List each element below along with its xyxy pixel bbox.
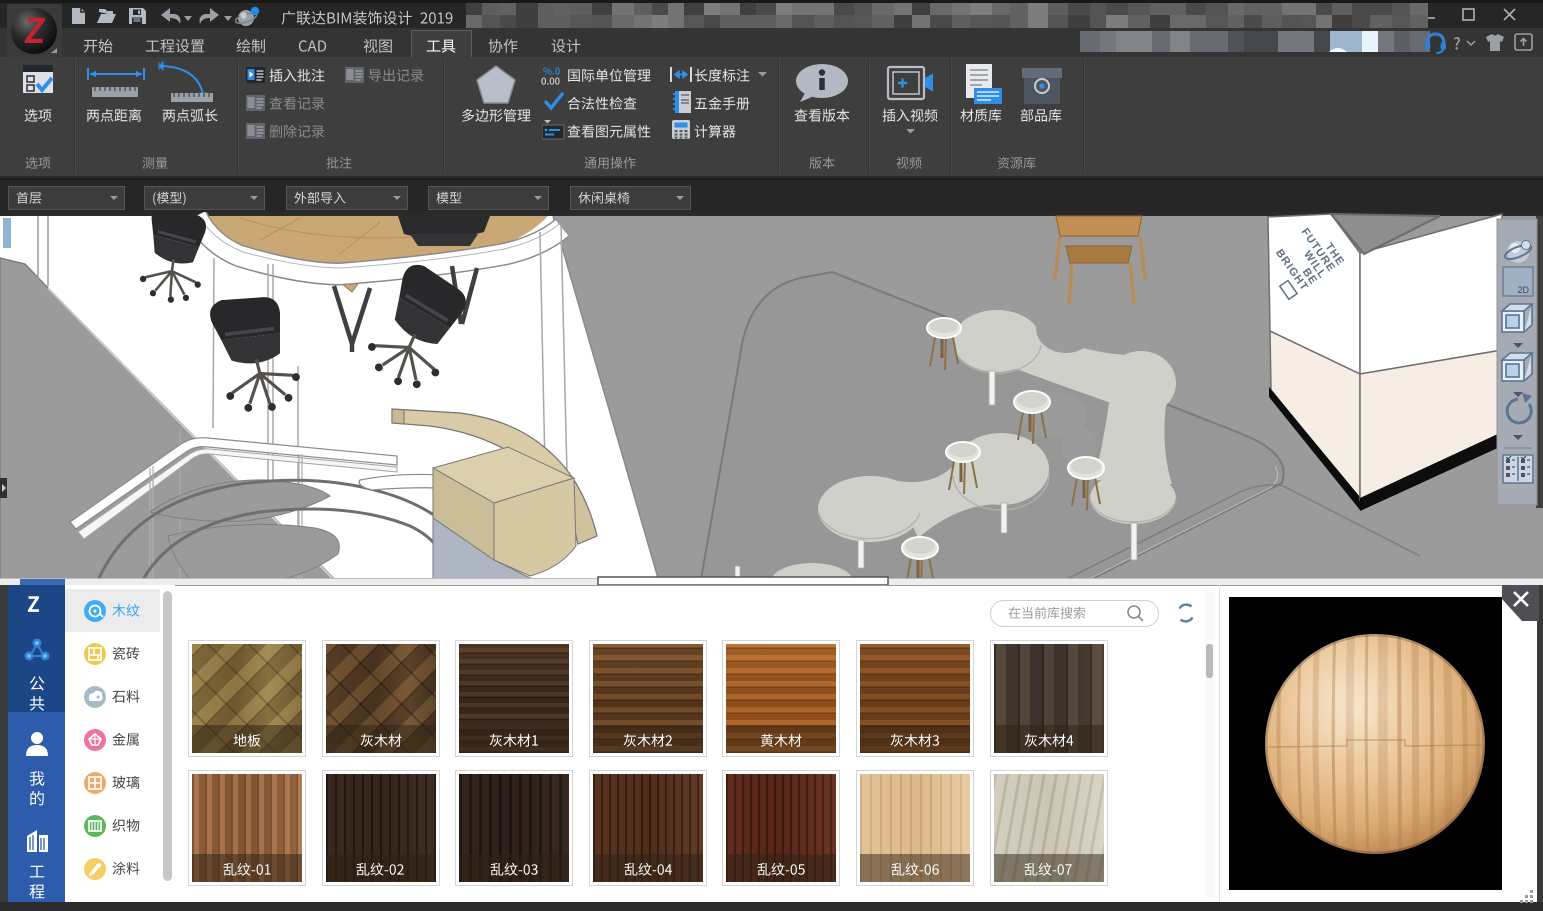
svg-text:2D: 2D bbox=[1517, 285, 1529, 295]
